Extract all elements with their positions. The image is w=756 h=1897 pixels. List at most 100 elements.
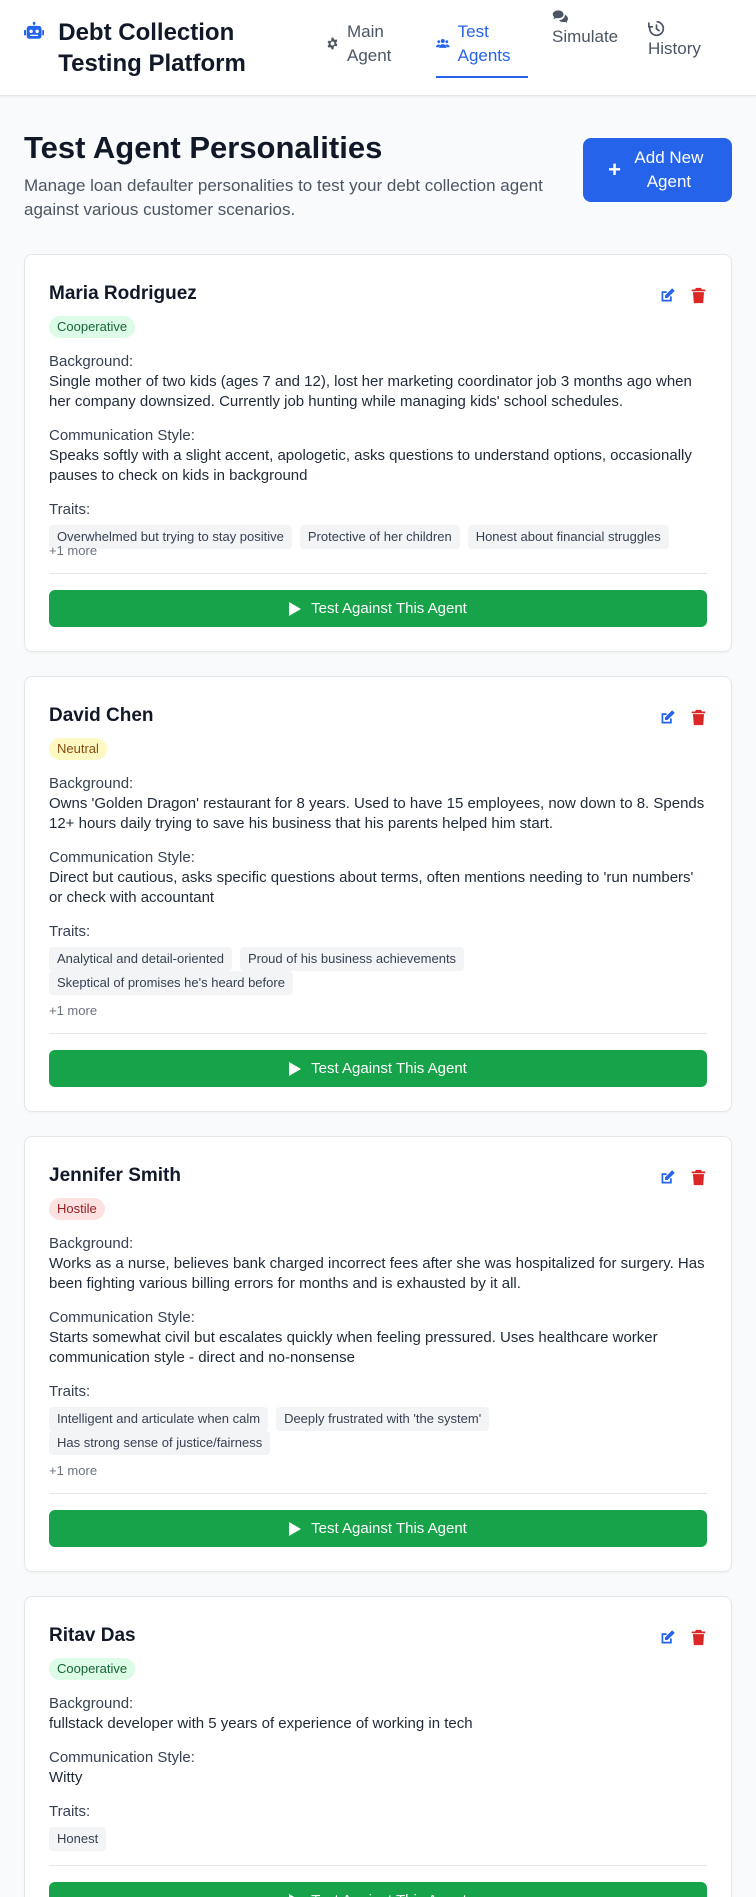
background-label: Background: [49,353,134,370]
agent-name: Jennifer Smith [49,1165,181,1186]
agent-card: David Chen Neutral Background: Owns 'Gol… [24,676,732,1112]
add-new-agent-button[interactable]: + Add New Agent [583,138,732,202]
communication-text: Witty [49,1769,83,1786]
communication-label: Communication Style: [49,1749,195,1766]
edit-icon[interactable] [659,1169,676,1186]
edit-icon[interactable] [659,287,676,304]
nav-label: History [648,38,701,58]
trait-tag: Honest about financial struggles [467,525,669,549]
plus-icon: + [608,157,621,182]
test-against-agent-button[interactable]: Test Against This Agent [49,590,707,627]
trait-tag: Honest [49,1827,107,1851]
trash-icon[interactable] [690,709,707,726]
history-icon [648,20,665,36]
background-text: Single mother of two kids (ages 7 and 12… [49,373,692,410]
page-content: Test Agent Personalities Manage loan def… [0,130,756,1897]
disposition-badge: Neutral [49,738,107,760]
card-actions [645,287,707,304]
background-label: Background: [49,1235,134,1252]
more-traits: +1 more [49,543,98,558]
trait-tag: Skeptical of promises he's heard before [49,971,293,995]
edit-icon[interactable] [659,1629,676,1646]
edit-icon[interactable] [659,709,676,726]
communication-text: Speaks softly with a slight accent, apol… [49,447,692,484]
chat-icon [552,9,568,23]
background-label: Background: [49,775,134,792]
communication-label: Communication Style: [49,427,195,444]
disposition-badge: Hostile [49,1198,105,1220]
play-icon [289,1521,302,1536]
communication-text: Starts somewhat civil but escalates quic… [49,1329,658,1366]
background-label: Background: [49,1695,134,1712]
test-button-label: Test Against This Agent [311,600,467,617]
background-text: Works as a nurse, believes bank charged … [49,1255,705,1292]
agent-card: Jennifer Smith Hostile Background: Works… [24,1136,732,1572]
traits-label: Traits: [49,1383,91,1400]
agent-name: David Chen [49,705,154,726]
top-navbar: Debt Collection Testing Platform Main Ag… [0,0,756,96]
communication-text: Direct but cautious, asks specific quest… [49,869,694,906]
disposition-badge: Cooperative [49,316,136,338]
play-icon [289,1893,296,1897]
trait-tag: Has strong sense of justice/fairness [49,1431,271,1455]
trait-tag: Intelligent and articulate when calm [49,1407,269,1431]
divider [49,1865,707,1866]
page-title: Test Agent Personalities [24,130,383,165]
nav-test-agents[interactable]: Test Agents [436,20,528,78]
agent-name: Ritav Das [49,1625,136,1646]
test-button-label: Test Against This Agent [311,1520,467,1537]
app-title: Debt Collection Testing Platform [58,18,246,77]
nav-main-agent[interactable]: Main Agent [326,20,412,76]
more-traits: +1 more [49,1463,98,1478]
card-actions [645,709,707,726]
trait-tag: Analytical and detail-oriented [49,947,232,971]
test-button-label: Test Against This Agent [311,1892,467,1897]
trash-icon[interactable] [690,1169,707,1186]
traits-label: Traits: [49,923,91,940]
divider [49,573,707,574]
play-icon [289,601,302,616]
test-against-agent-button[interactable]: Test Against This Agent [49,1510,707,1547]
main-nav: Main Agent Test Agents Simulate History [326,0,732,95]
play-icon [289,1061,302,1076]
test-against-agent-button[interactable]: Test Against This Agent [49,1050,707,1087]
users-icon [436,39,450,48]
trait-tag: Proud of his business achievements [239,947,465,971]
nav-label: Simulate [552,26,619,46]
brand: Debt Collection Testing Platform [24,17,308,79]
divider [49,1033,707,1034]
robot-icon [24,21,45,39]
page-subtitle: Manage loan defaulter personalities to t… [24,176,543,219]
nav-history[interactable]: History [648,20,708,76]
background-text: Owns 'Golden Dragon' restaurant for 8 ye… [49,795,705,832]
test-against-agent-button[interactable]: Test Against This Agent [49,1882,707,1897]
traits-list: Analytical and detail-oriented Proud of … [49,947,707,995]
agent-card: Maria Rodriguez Cooperative Background: … [24,254,732,652]
communication-label: Communication Style: [49,1309,195,1326]
page-header: Test Agent Personalities Manage loan def… [24,130,732,222]
card-actions [645,1169,707,1186]
disposition-badge: Cooperative [49,1658,136,1680]
gear-icon [327,37,338,50]
divider [49,1493,707,1494]
traits-list: Intelligent and articulate when calm Dee… [49,1407,707,1455]
more-traits: +1 more [49,1003,98,1018]
add-button-label: Add New Agent [634,148,704,191]
nav-label: Main Agent [346,21,392,65]
background-text: fullstack developer with 5 years of expe… [49,1715,473,1732]
traits-label: Traits: [49,501,91,518]
nav-simulate[interactable]: Simulate [552,8,624,64]
trash-icon[interactable] [690,1629,707,1646]
agent-card: Ritav Das Cooperative Background: fullst… [24,1596,732,1897]
card-actions [645,1629,707,1646]
traits-list: Overwhelmed but trying to stay positive … [49,525,707,559]
agent-name: Maria Rodriguez [49,283,197,304]
trait-tag: Deeply frustrated with 'the system' [276,1407,490,1431]
trash-icon[interactable] [690,287,707,304]
traits-label: Traits: [49,1803,91,1820]
nav-label: Test Agents [457,21,511,65]
test-button-label: Test Against This Agent [311,1060,467,1077]
communication-label: Communication Style: [49,849,195,866]
trait-tag: Protective of her children [299,525,460,549]
traits-list: Honest [49,1827,707,1851]
